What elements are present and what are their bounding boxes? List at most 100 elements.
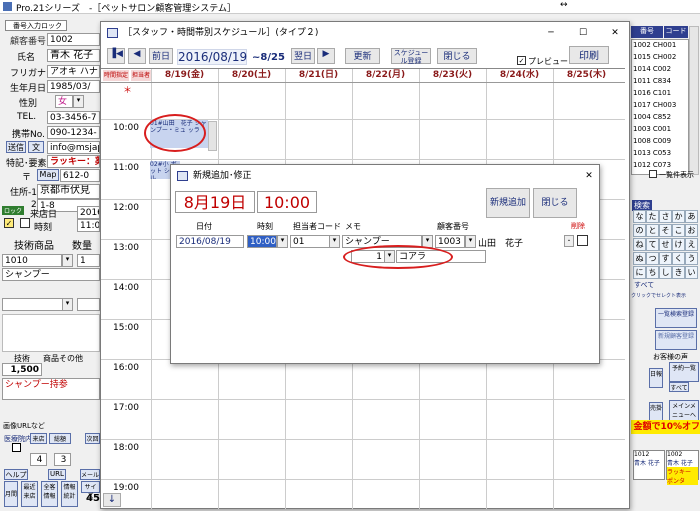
gender-field[interactable]: 女 xyxy=(55,95,73,108)
all-button-2[interactable]: すべて xyxy=(669,382,689,392)
stats-button[interactable]: 情報統計 xyxy=(61,481,78,507)
kana-key[interactable]: と xyxy=(646,224,659,237)
list-scrollbar[interactable] xyxy=(689,26,699,175)
day-header[interactable]: 8/24(水) xyxy=(486,69,553,82)
kana-key[interactable]: な xyxy=(633,210,646,223)
birth-field[interactable]: 1985/03/ xyxy=(47,80,100,93)
kana-key[interactable]: ぬ xyxy=(633,252,646,265)
day-header[interactable]: 8/25(木) xyxy=(553,69,620,82)
kana-key[interactable]: す xyxy=(659,252,672,265)
kana-key[interactable]: て xyxy=(646,238,659,251)
visit-field[interactable]: 2016 xyxy=(77,206,100,219)
customer-card-1[interactable]: 1012 青木 花子 xyxy=(633,450,665,480)
maximize-button[interactable]: ☐ xyxy=(573,22,593,44)
name-field[interactable]: 青木 花子 xyxy=(47,49,100,62)
kana-key[interactable]: つ xyxy=(646,252,659,265)
customer-list-row[interactable]: 1013 C053 xyxy=(633,149,689,160)
kana-key[interactable]: し xyxy=(659,266,672,279)
close-icon[interactable]: ✕ xyxy=(605,22,625,44)
all-customers-button[interactable]: 全客情報 xyxy=(41,481,58,507)
help-button[interactable]: ヘルプ xyxy=(4,469,28,480)
preview-checkbox[interactable]: ✓ xyxy=(517,56,526,65)
customer-list[interactable]: 1002 CH001 1015 CH002 1014 C002 1011 C834 1016 C1… xyxy=(631,39,689,175)
day-header[interactable]: 8/19(金) xyxy=(151,69,218,82)
update-button[interactable]: 更新 xyxy=(345,48,380,64)
kana-key[interactable]: け xyxy=(672,238,685,251)
customer-list-row[interactable]: 1003 C001 xyxy=(633,125,689,136)
day-header[interactable]: 8/22(月) xyxy=(352,69,419,82)
monthly-button[interactable]: 月間 xyxy=(4,481,18,507)
row-staff-dropdown[interactable]: ▾ xyxy=(329,235,340,248)
first-button[interactable]: ▐◀ xyxy=(107,48,125,64)
copy-icon[interactable] xyxy=(12,443,21,452)
tel-field[interactable]: 03-3456-7 xyxy=(47,111,100,124)
next-button[interactable]: ▶ xyxy=(317,48,335,64)
row-delete-checkbox[interactable] xyxy=(577,235,588,246)
kana-key[interactable]: い xyxy=(685,266,698,279)
mail-send-button[interactable]: 送信 xyxy=(6,141,26,153)
dialog-close-button[interactable]: 閉じる xyxy=(533,188,577,218)
kana-key[interactable]: あ xyxy=(685,210,698,223)
scroll-down-button[interactable]: ↓ xyxy=(103,493,121,507)
kana-key[interactable]: く xyxy=(672,252,685,265)
next-day-button[interactable]: 翌日 xyxy=(291,48,315,64)
visit-checkbox[interactable]: ✓ xyxy=(4,218,14,228)
item-row-2-dropdown[interactable]: ▾ xyxy=(62,298,73,311)
addr1-field[interactable]: 京都市伏見 xyxy=(37,184,100,199)
new-customer-button[interactable]: 新規顧客登録 xyxy=(655,330,697,350)
text-button[interactable]: 文 xyxy=(28,141,44,153)
customer-list-row[interactable]: 1014 C002 xyxy=(633,65,689,76)
item-code-field[interactable]: 1010 xyxy=(2,254,62,267)
zip-field[interactable]: 612-0 xyxy=(60,169,100,182)
kana-key[interactable]: そ xyxy=(659,224,672,237)
customer-list-row[interactable]: 1002 CH001 xyxy=(633,41,689,52)
map-button[interactable]: Map xyxy=(37,169,59,181)
dialog-close-icon[interactable]: ✕ xyxy=(581,165,597,187)
vet-visit-button[interactable]: 来店 xyxy=(30,433,47,444)
time-checkbox[interactable] xyxy=(20,218,30,228)
daily-report-button[interactable]: 日報 xyxy=(649,368,663,388)
kana-key[interactable]: ね xyxy=(633,238,646,251)
main-menu-button[interactable]: メインメニューへ xyxy=(669,400,699,422)
grid-scrollbar[interactable] xyxy=(208,121,217,151)
item-qty-field[interactable]: 1 xyxy=(77,254,100,267)
kana-key[interactable]: お xyxy=(685,224,698,237)
size-button[interactable]: サイズ xyxy=(81,481,100,500)
row-time-field[interactable]: 10:00 xyxy=(247,235,277,248)
all-kana-button[interactable]: すべて xyxy=(634,280,674,291)
row-date-field[interactable]: 2016/08/19 xyxy=(176,235,244,248)
day-header[interactable]: 8/23(火) xyxy=(419,69,486,82)
day-header[interactable]: 8/20(土) xyxy=(218,69,285,82)
kana-key[interactable]: き xyxy=(672,266,685,279)
number-lock-toggle[interactable]: 番号入力ロック xyxy=(5,20,67,31)
mail-button[interactable]: メール xyxy=(80,469,100,480)
customer-list-row[interactable]: 1004 C852 xyxy=(633,113,689,124)
kana-key[interactable]: の xyxy=(633,224,646,237)
customer-list-row[interactable]: 1015 CH002 xyxy=(633,53,689,64)
row-time-dropdown[interactable]: ▾ xyxy=(277,235,288,248)
vet-total-button[interactable]: 総額 xyxy=(49,433,71,444)
recent-visit-button[interactable]: 最近来店 xyxy=(21,481,38,507)
kana-key[interactable]: ち xyxy=(646,266,659,279)
item-row-2-qty[interactable] xyxy=(77,298,100,311)
new-add-button[interactable]: 新規追加 xyxy=(486,188,530,218)
reservation-list-button[interactable]: 予約一覧 xyxy=(669,362,699,382)
customer-list-row[interactable]: 1008 C009 xyxy=(633,137,689,148)
kana-key[interactable]: た xyxy=(646,210,659,223)
schedule-register-button[interactable]: スケジュール登録 xyxy=(391,48,431,65)
list-all-toggle[interactable] xyxy=(649,170,657,178)
customer-no-field[interactable]: 1002 xyxy=(47,33,100,46)
mobile-field[interactable]: 090-1234- xyxy=(47,126,100,139)
kana-key[interactable]: か xyxy=(672,210,685,223)
customer-list-row[interactable]: 1016 C101 xyxy=(633,89,689,100)
note-field[interactable]: ラッキー：薬 xyxy=(47,155,100,168)
prev-button[interactable]: ◀ xyxy=(128,48,146,64)
customer-list-row[interactable]: 1017 CH003 xyxy=(633,101,689,112)
print-button[interactable]: 印刷 xyxy=(569,46,609,64)
memo-field[interactable]: シャンプー持参 xyxy=(2,378,100,400)
customer-card-2[interactable]: 1002 青木 花子 ラッキー ポンタ xyxy=(666,450,699,485)
item-code-dropdown[interactable]: ▾ xyxy=(62,254,73,267)
kana-key[interactable]: え xyxy=(685,238,698,251)
row-extra-button[interactable]: ・ xyxy=(564,235,574,247)
customer-list-row[interactable]: 1011 C834 xyxy=(633,77,689,88)
